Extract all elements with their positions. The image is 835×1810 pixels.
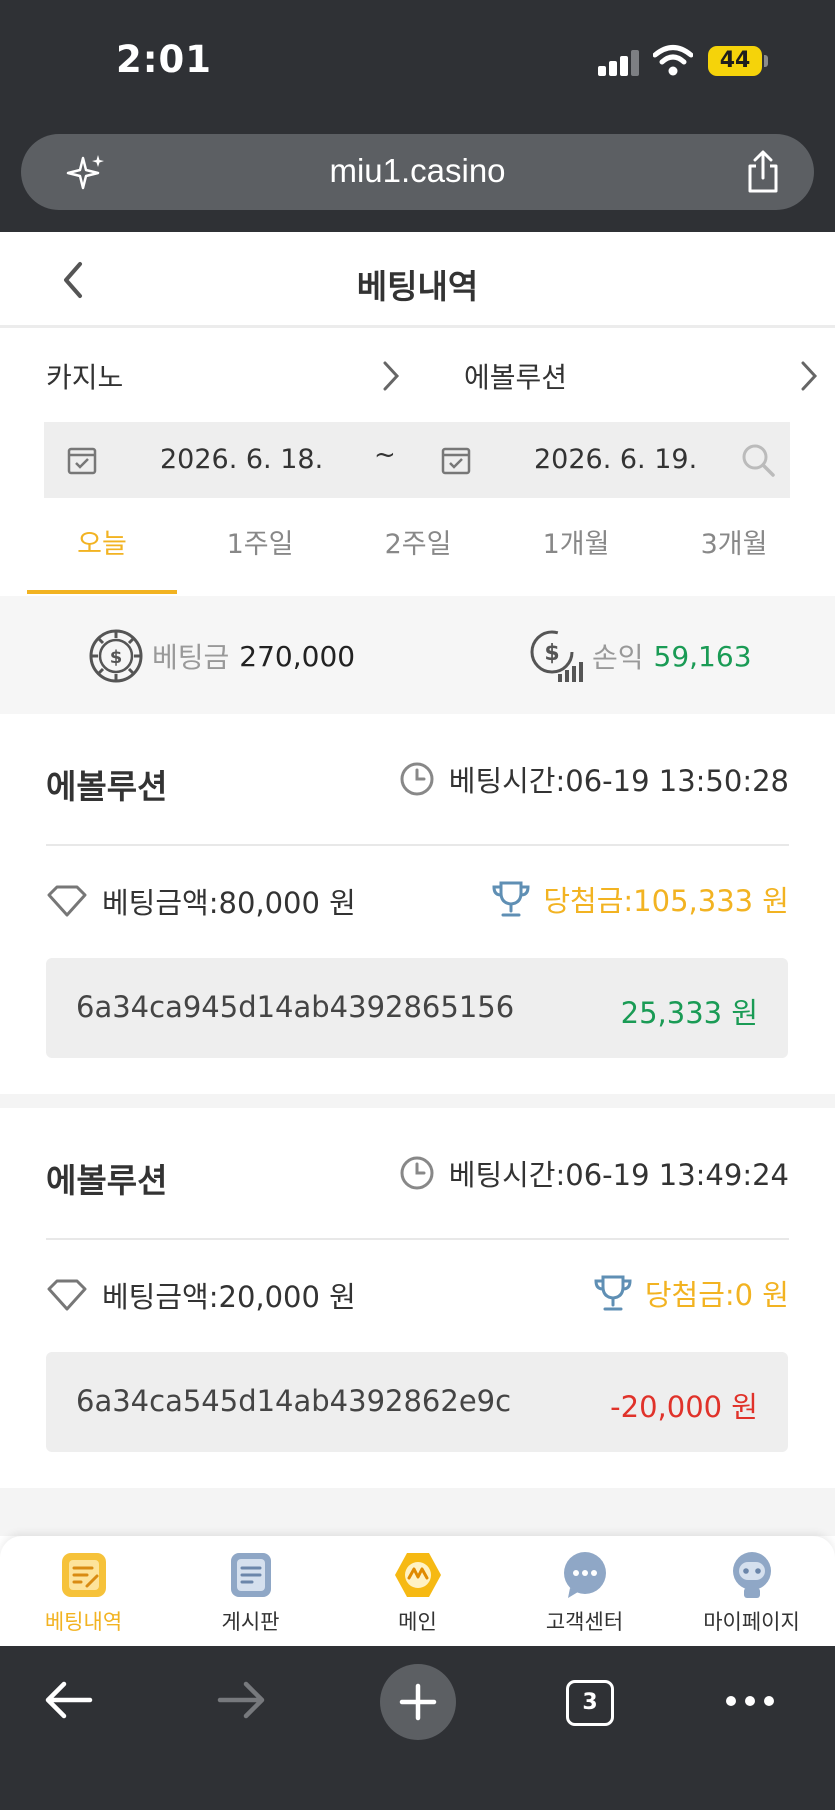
period-tabs: 오늘 1주일 2주일 1개월 3개월 — [27, 506, 817, 594]
divider — [46, 1238, 789, 1240]
bet-profit: 25,333 원 — [620, 996, 758, 1030]
summary-bar: $ 베팅금 270,000 $ 손익 59,163 — [0, 596, 835, 714]
more-options-icon[interactable] — [724, 1694, 776, 1708]
summary-profit-value: 59,163 — [653, 639, 752, 673]
bet-amount-text: 베팅금액:80,000 원 — [102, 886, 356, 920]
bet-card[interactable]: 에볼루션 베팅시간:06-19 13:50:28 베팅금액:80,000 원 당… — [0, 714, 835, 1090]
tab-2-weeks[interactable]: 2주일 — [343, 506, 493, 594]
battery-indicator: 44 — [708, 46, 762, 76]
page-title: 베팅내역 — [356, 267, 479, 306]
bet-profit: -20,000 원 — [610, 1390, 758, 1424]
bottom-navigation: 베팅내역 게시판 메인 고객센터 마이페이지 — [0, 1536, 835, 1646]
battery-nub — [764, 55, 768, 67]
tab-today[interactable]: 오늘 — [27, 506, 177, 594]
profile-icon — [732, 1552, 771, 1598]
diamond-icon — [47, 1279, 87, 1311]
bet-history-icon — [61, 1553, 106, 1597]
browser-bottom-chrome: 3 — [0, 1646, 835, 1810]
bet-time-text: 베팅시간:06-19 13:49:24 — [448, 1158, 789, 1192]
chevron-right-icon — [801, 361, 818, 391]
category-label: 카지노 — [46, 361, 124, 394]
chat-icon — [563, 1552, 606, 1598]
browser-forward-icon[interactable] — [216, 1678, 268, 1722]
main-icon — [394, 1553, 441, 1597]
svg-text:$: $ — [544, 641, 559, 666]
nav-label: 베팅내역 — [44, 1610, 123, 1634]
nav-bet-history[interactable]: 베팅내역 — [0, 1550, 167, 1636]
nav-label: 메인 — [398, 1610, 437, 1634]
bet-game-title: 에볼루션 — [46, 767, 168, 806]
tab-1-week[interactable]: 1주일 — [185, 506, 335, 594]
status-time: 2:01 — [116, 38, 213, 81]
transaction-id: 6a34ca545d14ab4392862e9c — [76, 1384, 512, 1418]
tab-1-month[interactable]: 1개월 — [501, 506, 651, 594]
nav-my-page[interactable]: 마이페이지 — [668, 1550, 835, 1636]
card-gap — [0, 1094, 835, 1108]
page-header: 베팅내역 — [0, 232, 835, 328]
date-from[interactable]: 2026. 6. 18. — [160, 444, 323, 475]
win-amount: 당첨금:0 원 — [593, 1272, 789, 1314]
diamond-icon — [47, 885, 87, 917]
url-text[interactable]: miu1.casino — [21, 152, 814, 190]
bet-amount: 베팅금액:80,000 원 — [46, 880, 356, 922]
nav-label: 고객센터 — [545, 1610, 624, 1634]
transaction-box: 6a34ca945d14ab4392865156 25,333 원 — [46, 958, 788, 1058]
summary-bet-value: 270,000 — [239, 639, 356, 673]
search-icon[interactable] — [740, 442, 776, 478]
transaction-box: 6a34ca545d14ab4392862e9c -20,000 원 — [46, 1352, 788, 1452]
provider-selector[interactable]: 에볼루션 — [464, 356, 824, 396]
win-amount-text: 당첨금:105,333 원 — [543, 884, 789, 918]
date-separator: ~ — [374, 440, 396, 470]
category-selector[interactable]: 카지노 — [46, 356, 406, 396]
transaction-id: 6a34ca945d14ab4392865156 — [76, 990, 515, 1024]
board-icon — [230, 1553, 271, 1597]
bet-game-title: 에볼루션 — [46, 1161, 168, 1200]
chevron-right-icon — [383, 361, 400, 391]
nav-board[interactable]: 게시판 — [167, 1550, 334, 1636]
nav-customer-center[interactable]: 고객센터 — [501, 1550, 668, 1636]
tab-switcher-button[interactable]: 3 — [566, 1680, 614, 1726]
bet-time-text: 베팅시간:06-19 13:50:28 — [448, 764, 789, 798]
nav-main[interactable]: 메인 — [334, 1550, 501, 1636]
nav-label: 게시판 — [221, 1610, 280, 1634]
browser-back-icon[interactable] — [42, 1678, 94, 1722]
profit-chart-icon: $ — [530, 630, 583, 682]
date-range-bar: 2026. 6. 18. ~ 2026. 6. 19. — [44, 422, 790, 498]
clock-icon — [400, 762, 434, 796]
provider-label: 에볼루션 — [464, 361, 568, 394]
win-amount: 당첨금:105,333 원 — [491, 878, 789, 920]
casino-chip-icon: $ — [89, 629, 143, 683]
plus-icon — [399, 1683, 437, 1721]
svg-text:$: $ — [110, 647, 123, 668]
trophy-icon — [594, 1275, 632, 1311]
bet-card[interactable]: 에볼루션 베팅시간:06-19 13:49:24 베팅금액:20,000 원 당… — [0, 1108, 835, 1484]
share-icon[interactable] — [743, 150, 783, 194]
url-bar[interactable]: miu1.casino — [21, 134, 814, 210]
clock-icon — [400, 1156, 434, 1190]
calendar-icon[interactable] — [440, 444, 472, 476]
browser-top-chrome: 2:01 44 miu1.casino — [0, 0, 835, 232]
cellular-signal-icon — [598, 50, 642, 76]
bet-amount-text: 베팅금액:20,000 원 — [102, 1280, 356, 1314]
new-tab-button[interactable] — [380, 1664, 456, 1740]
nav-label: 마이페이지 — [703, 1610, 800, 1634]
win-amount-text: 당첨금:0 원 — [644, 1278, 789, 1312]
trophy-icon — [492, 881, 530, 917]
divider — [46, 844, 789, 846]
wifi-icon — [653, 45, 693, 76]
summary-profit: $ 손익 59,163 — [528, 628, 752, 684]
summary-bet: $ 베팅금 270,000 — [88, 628, 355, 684]
bet-time: 베팅시간:06-19 13:49:24 — [399, 1152, 789, 1194]
bet-time: 베팅시간:06-19 13:50:28 — [399, 758, 789, 800]
card-gap — [0, 1488, 835, 1536]
tab-3-months[interactable]: 3개월 — [659, 506, 809, 594]
date-to[interactable]: 2026. 6. 19. — [534, 444, 697, 475]
bet-amount: 베팅금액:20,000 원 — [46, 1274, 356, 1316]
summary-bet-label: 베팅금 — [152, 641, 230, 674]
calendar-icon[interactable] — [66, 444, 98, 476]
summary-profit-label: 손익 — [592, 641, 644, 674]
